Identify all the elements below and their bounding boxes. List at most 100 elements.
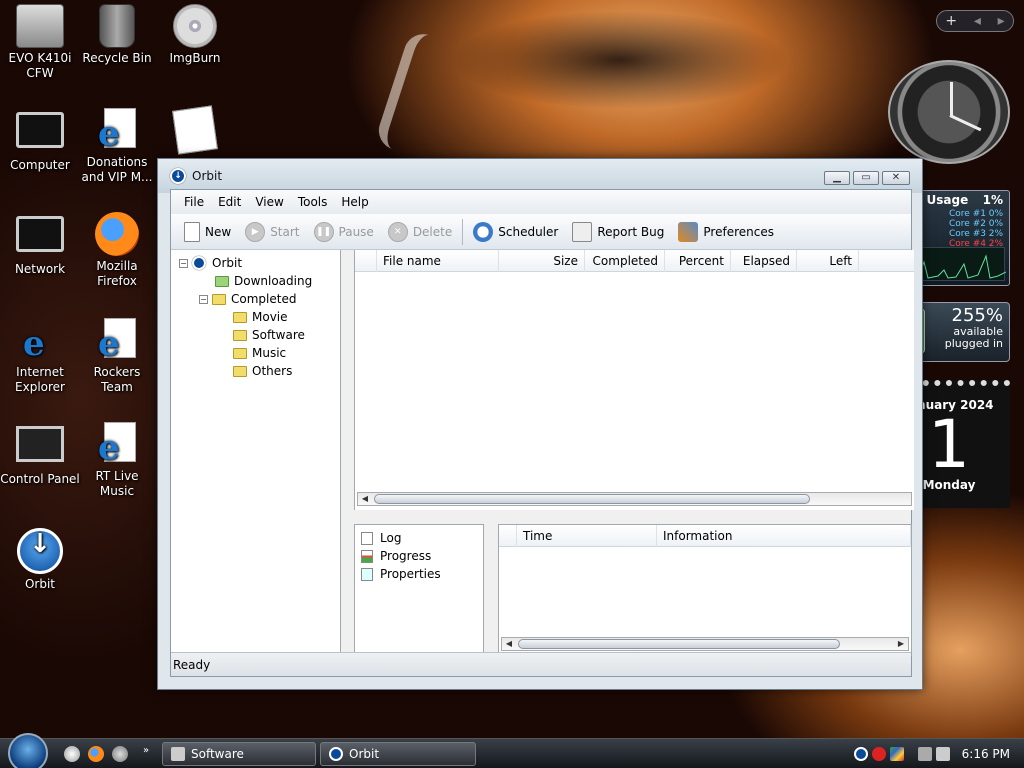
column-size[interactable]: Size (499, 249, 585, 272)
desktop-icon-imgburn[interactable]: ImgBurn (155, 4, 235, 66)
preferences-button[interactable]: Preferences (671, 218, 781, 246)
download-list[interactable]: File name Size Completed Percent Elapsed… (354, 249, 914, 510)
desktop-icon-network[interactable]: Network (0, 216, 80, 277)
sidebar-controls[interactable]: + ◂ ▸ (936, 10, 1014, 32)
clock-time[interactable]: 6:16 PM (962, 747, 1010, 761)
taskbar-button-software[interactable]: Software (162, 742, 316, 766)
detail-tabs[interactable]: Log Progress Properties (354, 524, 484, 656)
network-icon[interactable] (917, 747, 932, 761)
desktop-icon-control-panel[interactable]: Control Panel (0, 426, 80, 487)
scroll-right-icon[interactable]: ▶ (894, 638, 908, 650)
progress-icon (361, 549, 373, 563)
folder-icon (233, 311, 247, 323)
tools-icon (678, 221, 699, 242)
log-list[interactable]: Time Information ◀ ▶ (498, 524, 912, 656)
orbit-icon (329, 747, 343, 761)
scroll-left-icon[interactable]: ◀ (358, 493, 372, 505)
firefox-icon[interactable] (88, 746, 104, 762)
tree-item-orbit[interactable]: − Orbit (171, 254, 340, 272)
log-icon (361, 531, 373, 545)
desktop-icon-recycle-bin[interactable]: Recycle Bin (77, 4, 157, 66)
desktop-icon-firefox[interactable]: Mozilla Firefox (77, 212, 157, 289)
start-button[interactable] (8, 733, 48, 768)
desktop-icon-rockers-team[interactable]: e Rockers Team (77, 318, 157, 395)
menu-edit[interactable]: Edit (211, 195, 248, 209)
firefox-icon (95, 212, 139, 256)
delete-button[interactable]: ✕ Delete (381, 218, 459, 246)
menu-file[interactable]: File (177, 195, 211, 209)
column-elapsed[interactable]: Elapsed (731, 249, 797, 272)
volume-muted-icon[interactable] (935, 747, 950, 761)
tree-item-completed[interactable]: − Completed (171, 290, 340, 308)
next-icon[interactable]: ▸ (998, 13, 1005, 29)
menu-help[interactable]: Help (334, 195, 375, 209)
tree-item-others[interactable]: Others (171, 362, 340, 380)
taskbar-button-orbit[interactable]: Orbit (320, 742, 476, 766)
button-label: Report Bug (597, 224, 665, 239)
category-tree[interactable]: − Orbit Downloading − Completed Movie So… (171, 250, 341, 654)
tree-item-downloading[interactable]: Downloading (171, 272, 340, 290)
menu-view[interactable]: View (248, 195, 290, 209)
tab-log[interactable]: Log (355, 529, 483, 547)
desktop-icon[interactable] (64, 746, 80, 762)
collapse-icon[interactable]: − (179, 258, 188, 268)
column-file-name[interactable]: File name (377, 249, 499, 272)
play-icon: ▶ (245, 221, 266, 242)
scroll-thumb[interactable] (518, 639, 840, 649)
close-button[interactable]: ✕ (882, 171, 910, 185)
more-icon[interactable]: » (143, 745, 149, 756)
desktop-icon-computer[interactable]: Computer (0, 112, 80, 173)
horizontal-scrollbar[interactable]: ◀ ▶ (501, 637, 909, 651)
column-information[interactable]: Information (657, 524, 911, 547)
core-name: Core #3 (949, 229, 986, 239)
media-icon[interactable] (112, 746, 128, 762)
desktop-icon-evo[interactable]: EVO K410i CFW (0, 4, 80, 81)
core-name: Core #1 (949, 209, 986, 219)
icon-label: EVO K410i (8, 51, 72, 65)
tree-item-software[interactable]: Software (171, 326, 340, 344)
column-left[interactable]: Left (797, 249, 859, 272)
maximize-button[interactable]: ▭ (853, 171, 879, 185)
bug-report-icon (572, 221, 593, 242)
horizontal-scrollbar[interactable]: ◀ (357, 492, 912, 506)
new-file-icon (184, 221, 200, 242)
tab-properties[interactable]: Properties (355, 565, 483, 583)
scroll-left-icon[interactable]: ◀ (502, 638, 516, 650)
alert-icon[interactable] (871, 747, 886, 761)
menu-tools[interactable]: Tools (291, 195, 335, 209)
tree-item-movie[interactable]: Movie (171, 308, 340, 326)
taskbar-label: Software (191, 747, 244, 761)
column-percent[interactable]: Percent (665, 249, 731, 272)
pause-button[interactable]: ❚❚ Pause (307, 218, 381, 246)
desktop-icon-rt-live-music[interactable]: e RT Live Music (77, 422, 157, 499)
desktop-icon-ie[interactable]: e Internet Explorer (0, 318, 80, 395)
icon-label: Donations (86, 155, 148, 169)
add-gadget-icon[interactable]: + (945, 13, 957, 29)
clock-gadget[interactable] (888, 60, 1010, 164)
folder-icon (233, 329, 247, 341)
desktop-icon-notes[interactable] (155, 105, 235, 155)
windows-icon[interactable] (889, 747, 904, 761)
tab-progress[interactable]: Progress (355, 547, 483, 565)
scheduler-button[interactable]: Scheduler (466, 218, 565, 246)
desktop-icon-donations[interactable]: e Donations and VIP M... (77, 108, 157, 185)
title-bar[interactable]: ↓ Orbit (158, 159, 922, 193)
ie-shortcut-icon: e (94, 422, 140, 468)
orbit-tray-icon[interactable] (853, 747, 868, 761)
button-label: Preferences (703, 224, 774, 239)
column-time[interactable]: Time (517, 524, 657, 547)
desktop-icon-orbit[interactable]: ↓ Orbit (0, 528, 80, 592)
orbit-window[interactable]: ↓ Orbit ▁ ▭ ✕ File Edit View Tools Help … (157, 158, 923, 690)
prev-icon[interactable]: ◂ (974, 13, 981, 29)
minimize-button[interactable]: ▁ (824, 171, 850, 185)
icon-label: Control Panel (0, 472, 80, 486)
scroll-thumb[interactable] (374, 494, 810, 504)
network-icon (16, 216, 64, 252)
column-completed[interactable]: Completed (585, 249, 665, 272)
new-button[interactable]: New (177, 218, 238, 246)
report-bug-button[interactable]: Report Bug (565, 218, 671, 246)
collapse-icon[interactable]: − (199, 294, 208, 304)
start-button[interactable]: ▶ Start (238, 218, 306, 246)
control-panel-icon (16, 426, 64, 462)
tree-item-music[interactable]: Music (171, 344, 340, 362)
